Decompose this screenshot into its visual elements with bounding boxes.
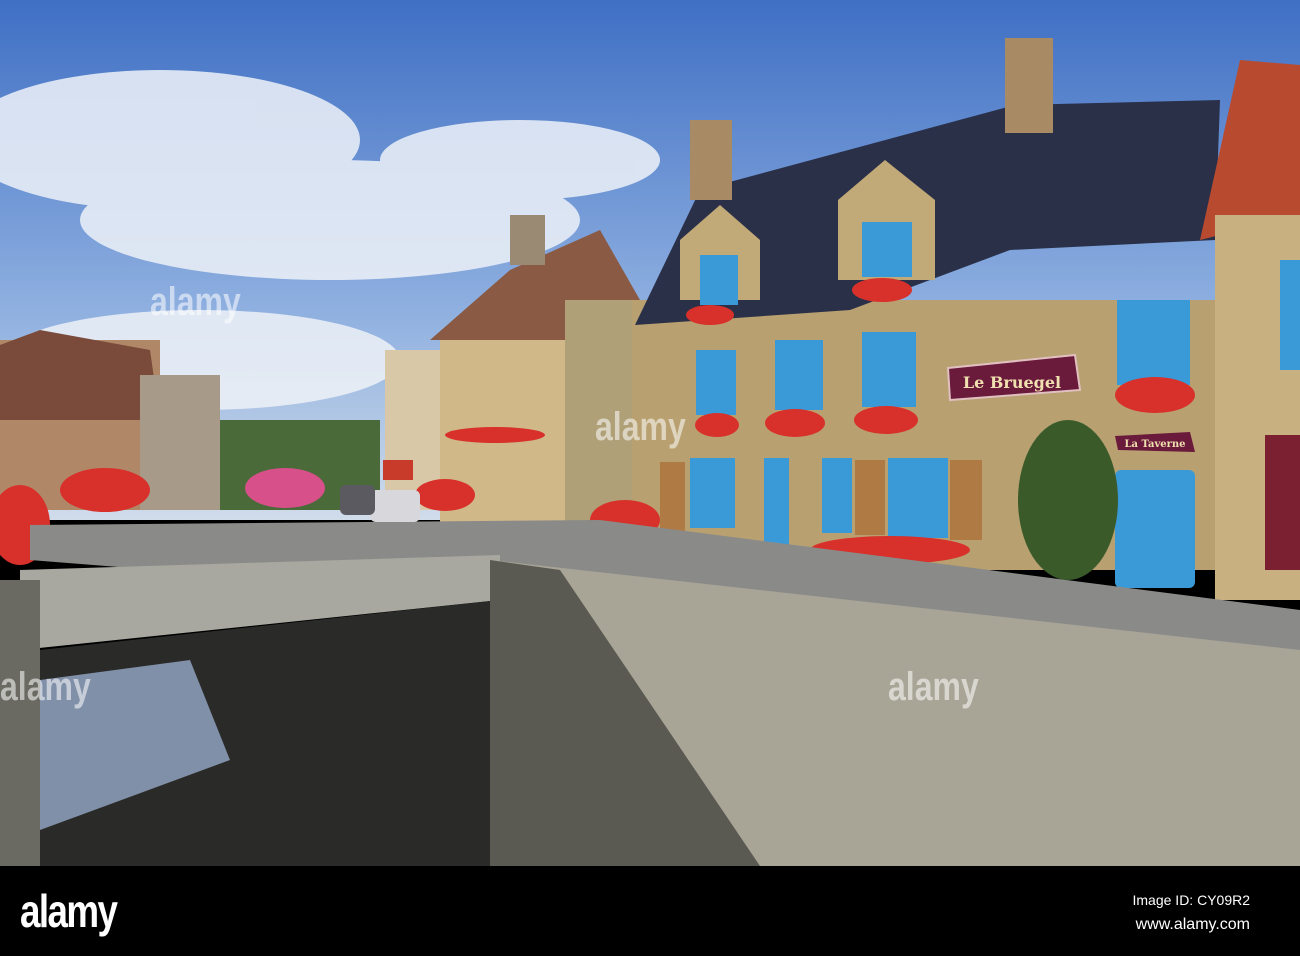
alamy-logo: alamy [20,885,118,937]
footer-bar: alamy Image ID: CY09R2 www.alamy.com [0,866,1300,956]
watermark: alamy [0,665,91,709]
image-id: Image ID: CY09R2 [1132,892,1251,908]
photo: Le Bruegel La Taverne alamy alamy alamy … [0,0,1300,956]
site-url: www.alamy.com [1135,916,1250,933]
watermark: alamy [888,665,979,709]
watermark: alamy [150,280,241,324]
wall-left [0,580,40,866]
watermark: alamy [595,405,686,449]
car [340,485,375,515]
svg-text:Le Bruegel: Le Bruegel [963,373,1061,392]
svg-text:La Taverne: La Taverne [1124,439,1185,450]
climbing-plant [1018,420,1118,580]
car [370,490,420,522]
